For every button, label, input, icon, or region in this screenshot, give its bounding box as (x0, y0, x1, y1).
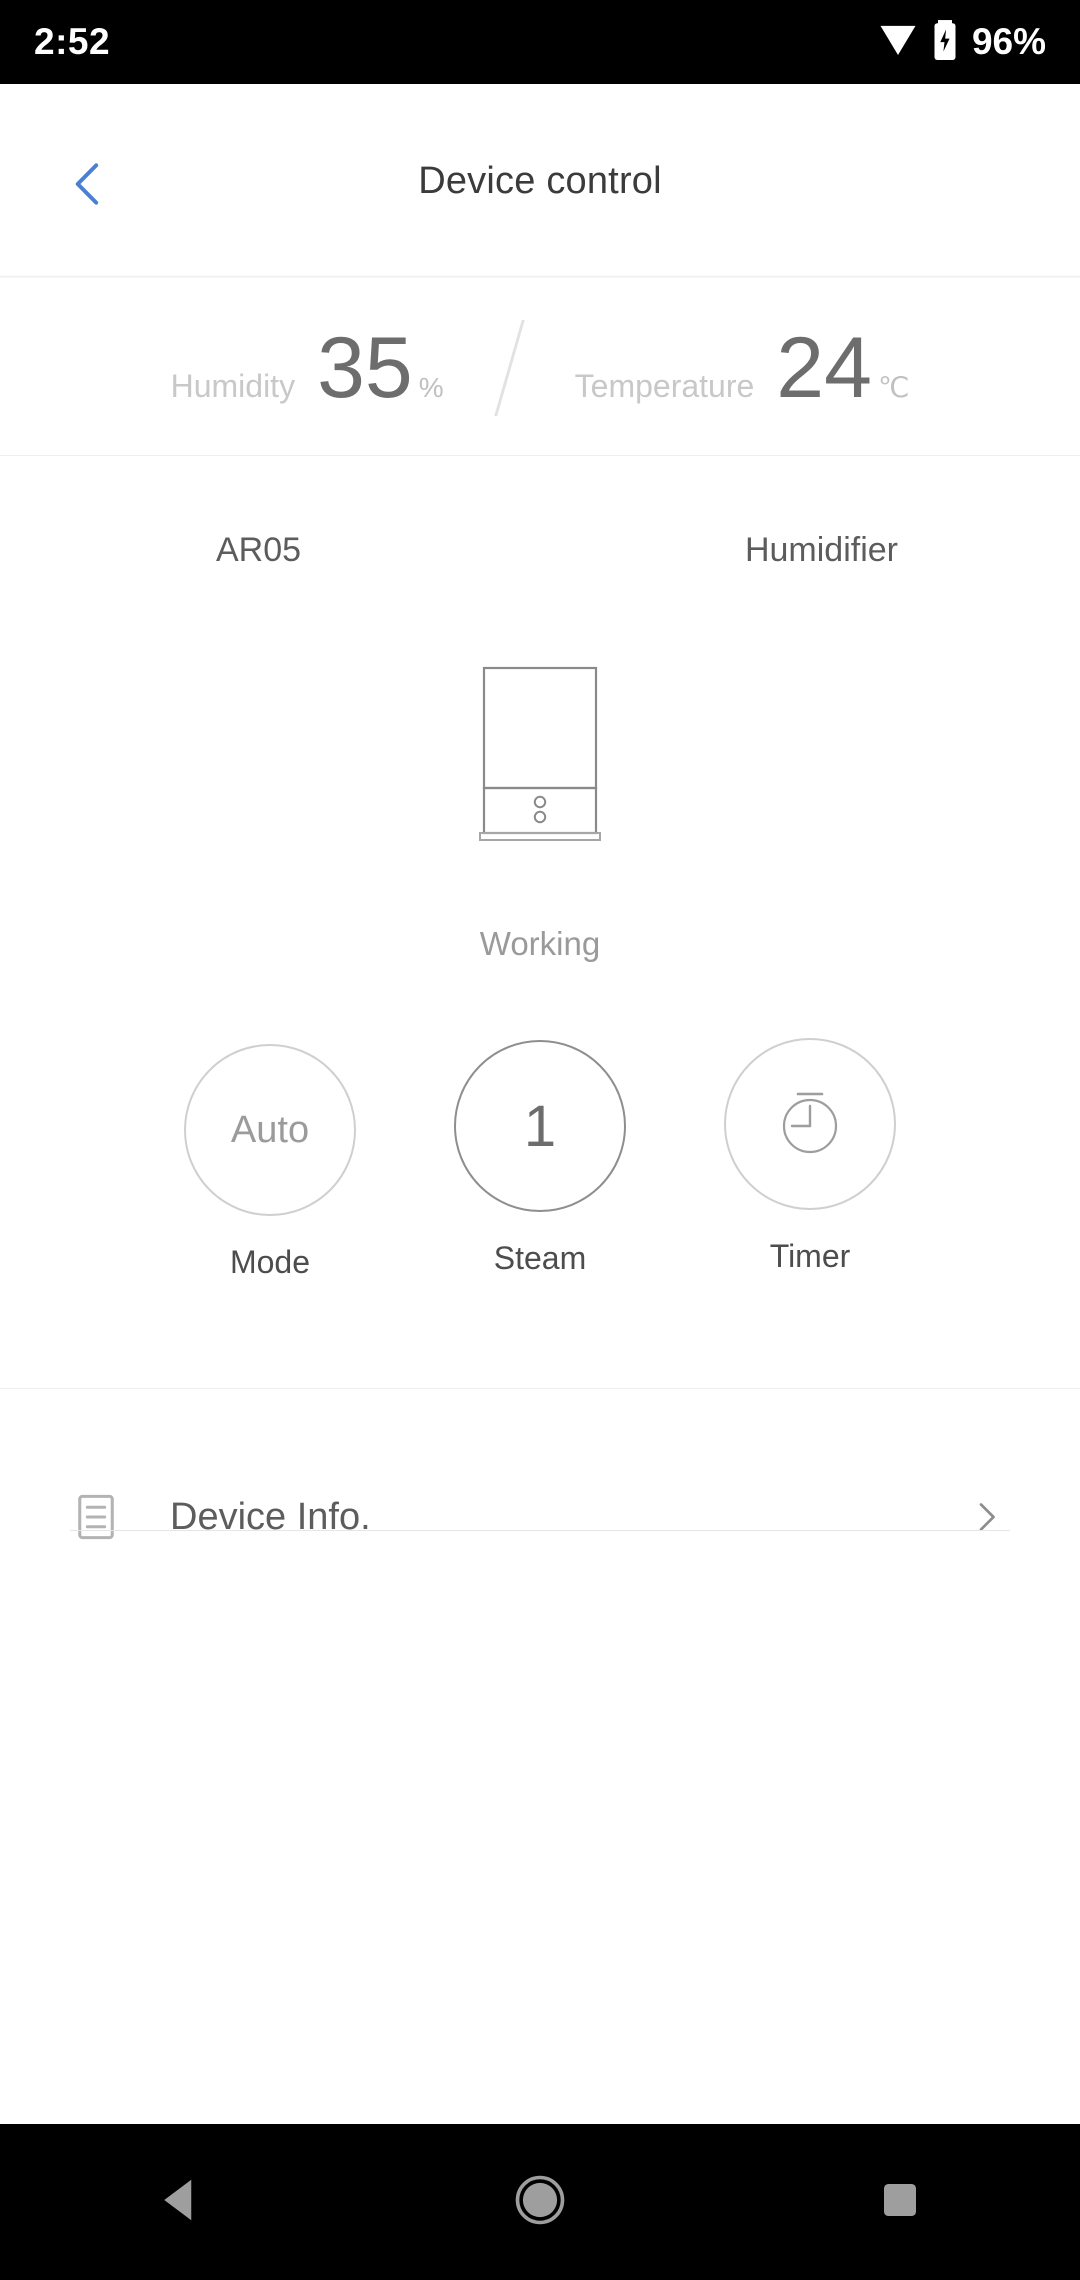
temperature-unit: ℃ (877, 372, 910, 403)
stopwatch-icon (768, 1080, 852, 1169)
humidifier-icon (470, 660, 610, 851)
status-bar-time: 2:52 (34, 21, 111, 62)
control-timer: Timer (675, 1038, 945, 1275)
nav-home-button[interactable] (450, 2124, 630, 2280)
timer-label: Timer (769, 1238, 851, 1274)
device-info-top-divider (0, 1388, 1080, 1389)
battery-percent-label: 96% (971, 21, 1046, 62)
device-info-row[interactable]: Device Info. (70, 1452, 1010, 1582)
timer-button[interactable] (724, 1038, 896, 1210)
control-buttons: Auto Mode 1 Steam Timer (0, 1038, 1080, 1330)
readout-separator (493, 320, 525, 416)
device-name: AR05 (215, 530, 302, 569)
mode-value: Auto (230, 1108, 310, 1151)
app-bar-divider (0, 275, 1080, 278)
battery-charging-icon (932, 19, 958, 66)
humidity-value: 35 (317, 320, 413, 416)
control-mode: Auto Mode (135, 1044, 405, 1281)
status-bar: 2:52 96% (0, 0, 1080, 84)
recents-square-icon (876, 2176, 924, 2229)
steam-label: Steam (493, 1240, 587, 1276)
home-circle-icon (513, 2173, 567, 2232)
device-status: Working (479, 925, 601, 962)
chevron-right-icon (966, 1497, 1006, 1537)
chevron-left-icon (60, 156, 116, 217)
device-control-screen: 2:52 96% Device control Humidity 35 % Te… (0, 0, 1080, 2280)
control-steam: 1 Steam (405, 1040, 675, 1277)
humidifier-illustration (0, 660, 1080, 870)
device-info-label: Device Info. (170, 1495, 371, 1538)
app-bar: Device control (0, 84, 1080, 278)
back-button[interactable] (48, 146, 128, 226)
temperature-readout: Temperature 24 ℃ (575, 325, 910, 411)
wifi-icon (878, 20, 918, 65)
page-title: Device control (418, 159, 662, 202)
navigation-bar (0, 2124, 1080, 2280)
readouts-divider (0, 455, 1080, 456)
device-type: Humidifier (744, 530, 899, 569)
nav-recents-button[interactable] (810, 2124, 990, 2280)
steam-button[interactable]: 1 (454, 1040, 626, 1212)
status-bar-indicators: 96% (878, 19, 1046, 66)
nav-back-button[interactable] (90, 2124, 270, 2280)
device-info-bottom-divider (70, 1530, 1010, 1531)
temperature-value: 24 (776, 320, 872, 416)
mode-button[interactable]: Auto (184, 1044, 356, 1216)
temperature-label: Temperature (574, 368, 755, 404)
device-name-row: AR05 Humidifier (0, 520, 1080, 580)
steam-value: 1 (523, 1093, 557, 1159)
humidity-label: Humidity (170, 368, 296, 404)
back-triangle-icon (153, 2173, 207, 2232)
mode-label: Mode (229, 1244, 311, 1280)
humidity-unit: % (418, 372, 444, 403)
humidity-readout: Humidity 35 % (171, 325, 444, 411)
environment-readouts: Humidity 35 % Temperature 24 ℃ (0, 281, 1080, 455)
document-list-icon (70, 1491, 122, 1543)
